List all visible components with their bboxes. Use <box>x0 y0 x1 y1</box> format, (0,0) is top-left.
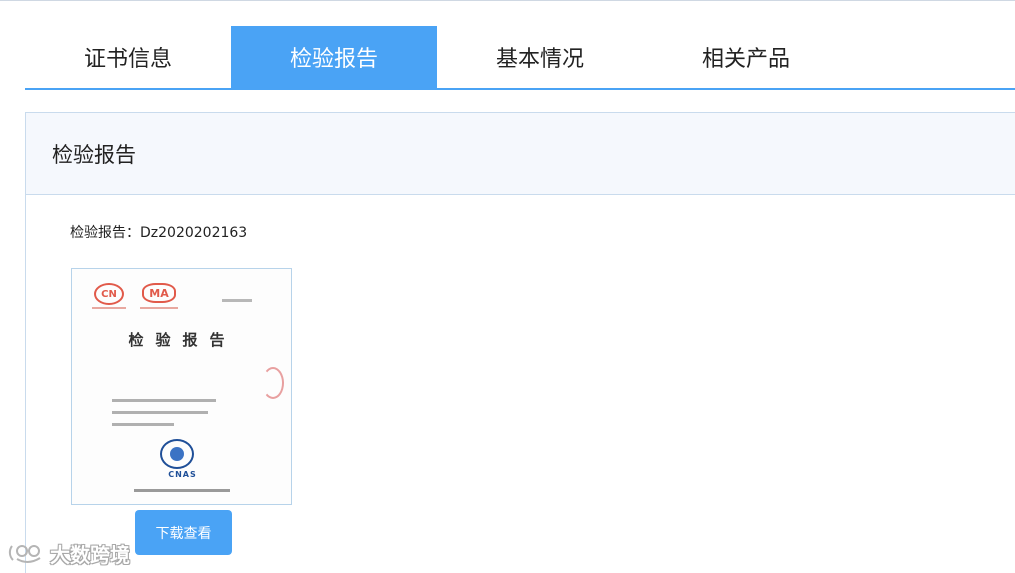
doc-text-line <box>112 423 174 426</box>
tab-label: 检验报告 <box>289 47 378 72</box>
tab-basic-info[interactable]: 基本情况 <box>437 26 643 88</box>
red-stamp-icon <box>262 367 284 399</box>
doc-footer-line <box>134 489 230 492</box>
tab-certificate-info[interactable]: 证书信息 <box>25 26 231 88</box>
tab-label: 证书信息 <box>83 47 172 72</box>
report-number-value: Dz2020202163 <box>140 225 248 241</box>
watermark: 大数跨境 <box>8 540 130 567</box>
report-number-label: 检验报告： <box>70 225 140 241</box>
panel-title: 检验报告 <box>52 142 136 167</box>
watermark-logo-icon <box>8 542 46 564</box>
page: 证书信息 检验报告 基本情况 相关产品 检验报告 检验报告：Dz20202021… <box>0 0 1015 573</box>
tab-label: 相关产品 <box>701 47 790 72</box>
seal-caption <box>92 307 126 309</box>
report-thumbnail[interactable]: CN MA 检验报告 CNAS <box>71 268 292 505</box>
doc-text-line <box>112 411 208 414</box>
doc-text-line <box>112 399 216 402</box>
tab-inspection-report[interactable]: 检验报告 <box>231 26 437 88</box>
tab-related-products[interactable]: 相关产品 <box>643 26 849 88</box>
emblem-caption: CNAS <box>168 470 197 479</box>
tab-label: 基本情况 <box>495 47 584 72</box>
cnas-seal-icon: CN <box>94 283 124 305</box>
download-view-button[interactable]: 下载查看 <box>135 510 232 555</box>
doc-title: 检验报告 <box>128 331 237 349</box>
ma-seal-icon: MA <box>142 283 176 303</box>
doc-serial-line <box>222 299 252 302</box>
top-divider <box>0 0 1015 1</box>
report-panel: 检验报告 检验报告：Dz2020202163 CN MA 检验报告 CNAS 下… <box>25 112 1015 573</box>
tab-bar: 证书信息 检验报告 基本情况 相关产品 <box>25 26 1015 90</box>
panel-header: 检验报告 <box>26 113 1015 195</box>
watermark-text: 大数跨境 <box>50 542 130 567</box>
report-number-line: 检验报告：Dz2020202163 <box>70 222 247 242</box>
emblem-icon <box>160 439 194 469</box>
seal-caption <box>140 307 178 309</box>
